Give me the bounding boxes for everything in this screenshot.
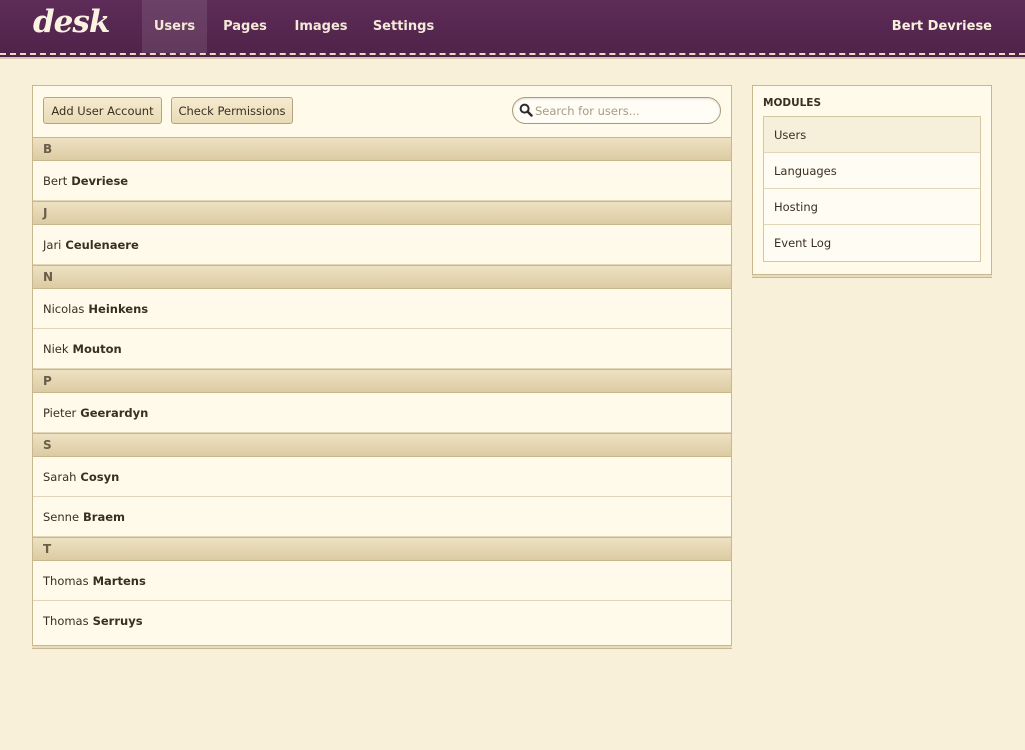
modules-list: Users Languages Hosting Event Log bbox=[763, 116, 981, 262]
user-last-name: Serruys bbox=[92, 614, 143, 628]
add-user-account-button[interactable]: Add User Account bbox=[43, 97, 162, 124]
user-last-name: Mouton bbox=[72, 341, 122, 356]
group-header-n: N bbox=[33, 265, 731, 289]
user-first-name: Niek bbox=[43, 341, 69, 356]
user-row[interactable]: Bert Devriese bbox=[33, 161, 731, 201]
modules-title: MODULES bbox=[763, 97, 822, 109]
nav-settings[interactable]: Settings bbox=[365, 0, 442, 53]
nav-users[interactable]: Users bbox=[142, 0, 207, 53]
modules-panel: MODULES Users Languages Hosting Event Lo… bbox=[752, 85, 992, 275]
user-first-name: Thomas bbox=[43, 614, 89, 628]
user-row[interactable]: Niek Mouton bbox=[33, 329, 731, 369]
user-row[interactable]: Nicolas Heinkens bbox=[33, 289, 731, 329]
user-row[interactable]: Sarah Cosyn bbox=[33, 457, 731, 497]
user-row[interactable]: Thomas Martens bbox=[33, 561, 731, 601]
user-first-name: Pieter bbox=[43, 405, 77, 420]
search-icon bbox=[519, 103, 533, 117]
user-first-name: Senne bbox=[43, 509, 80, 524]
user-first-name: Jari bbox=[43, 237, 62, 252]
check-permissions-button[interactable]: Check Permissions bbox=[171, 97, 293, 124]
nav-pages[interactable]: Pages bbox=[213, 0, 277, 53]
group-header-b: B bbox=[33, 137, 731, 161]
user-row[interactable]: Senne Braem bbox=[33, 497, 731, 537]
nav-stitch-divider bbox=[0, 53, 1025, 55]
users-toolbar: Add User Account Check Permissions bbox=[33, 86, 731, 137]
module-item-languages[interactable]: Languages bbox=[764, 153, 980, 189]
user-last-name: Braem bbox=[83, 509, 126, 524]
user-last-name: Cosyn bbox=[80, 469, 120, 484]
nav-images[interactable]: Images bbox=[285, 0, 357, 53]
user-last-name: Heinkens bbox=[88, 301, 149, 316]
module-item-users[interactable]: Users bbox=[764, 117, 980, 153]
top-nav-bar: desk Users Pages Images Settings Bert De… bbox=[0, 0, 1025, 59]
search-users-input[interactable] bbox=[535, 101, 715, 120]
user-first-name: Nicolas bbox=[43, 301, 85, 316]
current-user-menu[interactable]: Bert Devriese bbox=[892, 19, 992, 34]
user-row[interactable]: Pieter Geerardyn bbox=[33, 393, 731, 433]
module-item-hosting[interactable]: Hosting bbox=[764, 189, 980, 225]
group-header-p: P bbox=[33, 369, 731, 393]
user-last-name: Devriese bbox=[71, 173, 129, 188]
user-last-name: Ceulenaere bbox=[65, 237, 139, 252]
user-row[interactable]: Thomas Serruys bbox=[33, 601, 731, 641]
user-first-name: Bert bbox=[43, 173, 68, 188]
group-header-j: J bbox=[33, 201, 731, 225]
user-list: B Bert Devriese J Jari Ceulenaere N Nico… bbox=[33, 137, 731, 641]
user-last-name: Geerardyn bbox=[80, 405, 149, 420]
user-last-name: Martens bbox=[92, 573, 146, 588]
module-item-event-log[interactable]: Event Log bbox=[764, 225, 980, 261]
users-panel: Add User Account Check Permissions B Ber… bbox=[32, 85, 732, 646]
user-first-name: Thomas bbox=[43, 573, 89, 588]
nav-bottom-edge bbox=[0, 57, 1025, 59]
group-header-t: T bbox=[33, 537, 731, 561]
user-first-name: Sarah bbox=[43, 469, 77, 484]
group-header-s: S bbox=[33, 433, 731, 457]
logo[interactable]: desk bbox=[33, 4, 110, 40]
search-box[interactable] bbox=[512, 97, 721, 124]
user-row[interactable]: Jari Ceulenaere bbox=[33, 225, 731, 265]
